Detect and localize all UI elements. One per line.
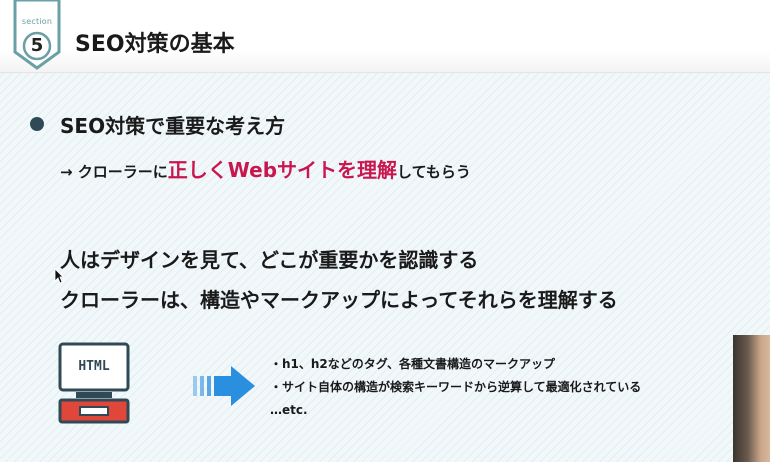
right-arrow-icon [193,366,255,406]
list-item: ・h1、h2などのタグ、各種文書構造のマークアップ [270,357,555,371]
statement-crawler: クローラーは、構造やマークアップによってそれらを理解する [60,288,618,312]
list-item: ・サイト自体の構造が検索キーワードから逆算して最適化されている [270,380,642,394]
arrow-prefix: → クローラーに [60,163,168,181]
statement-human: 人はデザインを見て、どこが重要かを認識する [60,248,479,272]
detail-list: ・h1、h2などのタグ、各種文書構造のマークアップ ・サイト自体の構造が検索キー… [270,353,641,422]
section-number: 5 [30,35,44,56]
presenter-video-overlay [733,335,770,462]
section-label: section [21,17,53,26]
html-icon-label: HTML [78,359,110,374]
highlight-text: 正しくWebサイトを理解 [167,158,398,182]
slide-title: SEO対策の基本 [75,32,235,57]
section-badge-icon: section 5 [13,0,61,70]
mouse-cursor-icon [54,268,64,284]
slide-header: section 5 SEO対策の基本 [0,0,770,73]
list-item: …etc. [270,403,308,417]
arrow-subpoint: → クローラーに正しくWebサイトを理解してもらう [60,154,471,183]
arrow-suffix: してもらう [397,163,471,181]
presentation-slide: section 5 SEO対策の基本 SEO対策で重要な考え方 → クローラーに… [0,0,770,462]
bullet-heading: SEO対策で重要な考え方 [60,114,286,138]
bullet-dot [30,117,44,131]
